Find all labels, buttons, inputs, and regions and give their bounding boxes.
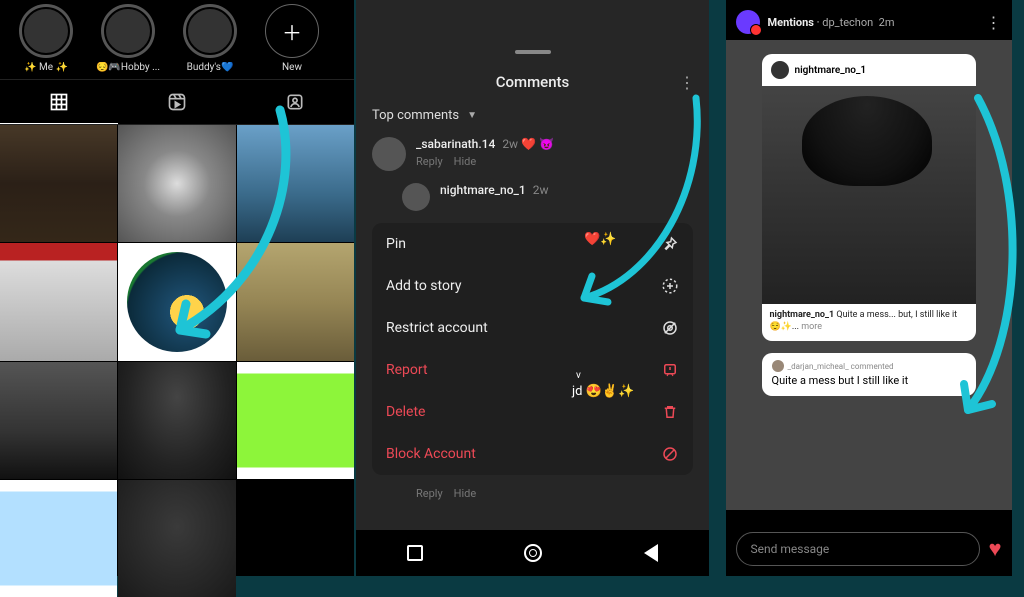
menu-report[interactable]: Report [372, 349, 693, 391]
context-menu: Pin Add to story Restrict account Report… [372, 223, 693, 475]
comments-panel: Comments ⋮ Top comments ▼ _sabarinath.14… [356, 0, 709, 576]
story-title[interactable]: Mentions · dp_techon 2m [768, 16, 895, 29]
highlight-label: Buddy's💙 [187, 62, 234, 73]
post-thumb[interactable] [0, 362, 117, 479]
bubble-message: Quite a mess but I still like it [772, 374, 966, 387]
comment-bubble[interactable]: _darjan_micheal_ commented Quite a mess … [762, 353, 976, 396]
highlight-me[interactable]: ✨ Me ✨ [14, 4, 78, 73]
tab-tagged[interactable] [236, 80, 354, 124]
restrict-icon [661, 319, 679, 337]
highlight-label: 😔🎮Hobby ... [96, 62, 160, 73]
overlay-text: v [576, 370, 581, 381]
reply-link[interactable]: Reply [416, 155, 443, 168]
story-viewer: Mentions · dp_techon 2m ⋮ nightmare_no_1… [720, 0, 1018, 576]
nav-recent[interactable] [407, 545, 423, 561]
menu-label: Restrict account [386, 320, 488, 336]
bubble-subtitle: _darjan_micheal_ commented [772, 360, 966, 372]
menu-restrict[interactable]: Restrict account [372, 307, 693, 349]
more-icon[interactable]: ⋮ [679, 73, 695, 92]
highlight-label: ✨ Me ✨ [24, 62, 68, 73]
story-body[interactable]: nightmare_no_1 nightmare_no_1 Quite a me… [726, 40, 1012, 510]
highlight-buddys[interactable]: Buddy's💙 [178, 4, 242, 73]
comment-row[interactable]: _sabarinath.14 2w ❤️ 😈 Reply Hide [356, 131, 709, 177]
menu-block[interactable]: Block Account [372, 433, 693, 475]
menu-delete[interactable]: Delete [372, 391, 693, 433]
card-image [762, 86, 976, 304]
add-story-icon [661, 277, 679, 295]
post-thumb[interactable] [118, 125, 235, 242]
menu-pin[interactable]: Pin [372, 223, 693, 265]
plus-icon: ＋ [282, 17, 302, 46]
highlight-new[interactable]: ＋ New [260, 4, 324, 73]
avatar[interactable] [402, 183, 430, 211]
profile-tabs [0, 79, 354, 125]
comment-time: 2w [502, 137, 518, 151]
reels-icon [167, 92, 187, 112]
nav-back[interactable] [644, 544, 658, 562]
hide-link[interactable]: Hide [454, 487, 477, 500]
post-thumb[interactable] [118, 362, 235, 479]
post-grid [0, 125, 354, 597]
report-icon [661, 361, 679, 379]
comment-user[interactable]: _sabarinath.14 [416, 137, 495, 151]
card-caption: nightmare_no_1 Quite a mess... but, I st… [762, 304, 976, 341]
reply-link[interactable]: Reply [416, 487, 443, 500]
comment-reply-row[interactable]: nightmare_no_1 2w [356, 177, 709, 217]
more-link[interactable]: more [801, 322, 822, 332]
menu-label: Block Account [386, 446, 476, 462]
tagged-icon [285, 92, 305, 112]
block-icon [661, 445, 679, 463]
grid-icon [49, 92, 69, 112]
comments-title: Comments [496, 73, 570, 91]
menu-add-to-story[interactable]: Add to story [372, 265, 693, 307]
story-header: Mentions · dp_techon 2m ⋮ [726, 0, 1012, 38]
avatar [771, 61, 789, 79]
comment-user[interactable]: nightmare_no_1 [440, 183, 526, 197]
nav-home[interactable] [524, 544, 542, 562]
tab-grid[interactable] [0, 80, 118, 124]
post-thumb[interactable] [0, 125, 117, 242]
card-user: nightmare_no_1 [795, 65, 867, 76]
post-thumb[interactable] [237, 243, 354, 360]
comments-header: Comments ⋮ [356, 60, 709, 104]
hide-link[interactable]: Hide [454, 155, 477, 168]
reply-input[interactable]: Send message [736, 532, 981, 566]
comment-text: ❤️ 😈 [521, 137, 554, 151]
post-thumb[interactable] [0, 480, 117, 597]
tab-reels[interactable] [118, 80, 236, 124]
overlay-text: ❤️✨ [584, 232, 616, 247]
pin-icon [661, 235, 679, 253]
comment-time: 2w [533, 183, 549, 197]
post-thumb[interactable] [118, 480, 235, 597]
sort-label: Top comments [372, 108, 459, 123]
avatar[interactable] [372, 137, 406, 171]
story-avatar[interactable] [736, 10, 760, 34]
post-thumb[interactable] [237, 125, 354, 242]
chevron-down-icon: ▼ [467, 110, 477, 121]
story-reply-bar: Send message ♥ [736, 532, 1002, 566]
trash-icon [661, 403, 679, 421]
highlights-row: ✨ Me ✨ 😔🎮Hobby ... Buddy's💙 ＋ New [0, 0, 354, 79]
profile-panel: ✨ Me ✨ 😔🎮Hobby ... Buddy's💙 ＋ New [0, 0, 354, 576]
more-icon[interactable]: ⋮ [986, 13, 1002, 32]
overlay-text: jd 😍✌️✨ [572, 384, 634, 399]
highlight-label: New [282, 62, 302, 73]
menu-label: Add to story [386, 278, 461, 294]
post-thumb[interactable] [118, 243, 235, 360]
menu-label: Pin [386, 236, 406, 252]
menu-label: Report [386, 362, 428, 378]
highlight-hobby[interactable]: 😔🎮Hobby ... [96, 4, 160, 73]
menu-label: Delete [386, 404, 425, 420]
heart-icon[interactable]: ♥ [988, 536, 1001, 562]
post-thumb[interactable] [237, 362, 354, 479]
sort-dropdown[interactable]: Top comments ▼ [356, 104, 709, 131]
android-navbar [356, 530, 709, 576]
story-panel-wrap: Mentions · dp_techon 2m ⋮ nightmare_no_1… [713, 0, 1024, 576]
story-mention-card[interactable]: nightmare_no_1 nightmare_no_1 Quite a me… [762, 54, 976, 341]
post-thumb[interactable] [0, 243, 117, 360]
reply-placeholder: Send message [751, 542, 830, 556]
avatar [772, 360, 784, 372]
sheet-handle[interactable] [515, 50, 551, 54]
